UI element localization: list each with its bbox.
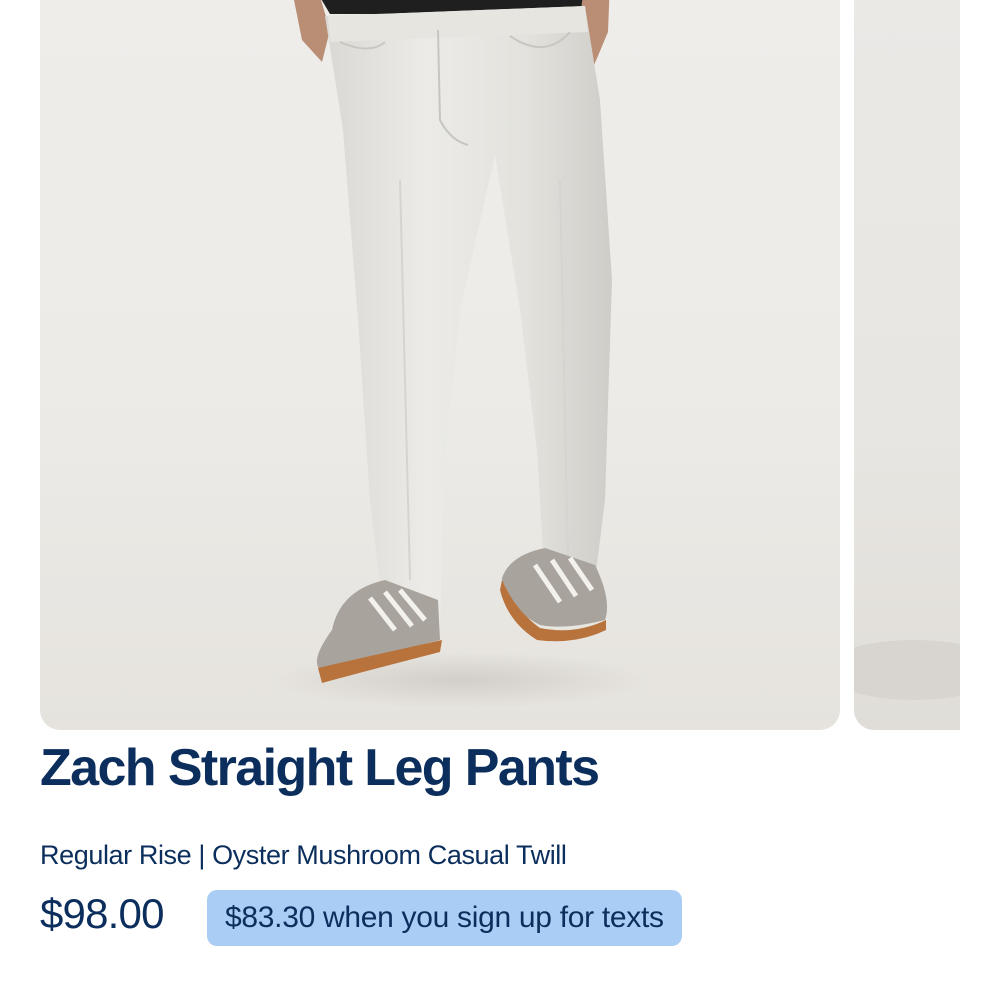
product-price: $98.00 bbox=[40, 890, 164, 937]
product-card: Zach Straight Leg Pants Regular Rise | O… bbox=[0, 0, 1000, 1000]
product-title[interactable]: Zach Straight Leg Pants bbox=[40, 738, 600, 798]
product-image-next[interactable] bbox=[854, 0, 960, 730]
text-signup-promo-badge[interactable]: $83.30 when you sign up for texts bbox=[207, 890, 682, 946]
next-photo-illustration bbox=[854, 640, 960, 700]
product-image-main[interactable] bbox=[40, 0, 840, 730]
product-photo-illustration bbox=[270, 0, 650, 708]
product-subtitle: Regular Rise | Oyster Mushroom Casual Tw… bbox=[40, 840, 567, 870]
product-image-carousel[interactable] bbox=[0, 0, 1000, 730]
